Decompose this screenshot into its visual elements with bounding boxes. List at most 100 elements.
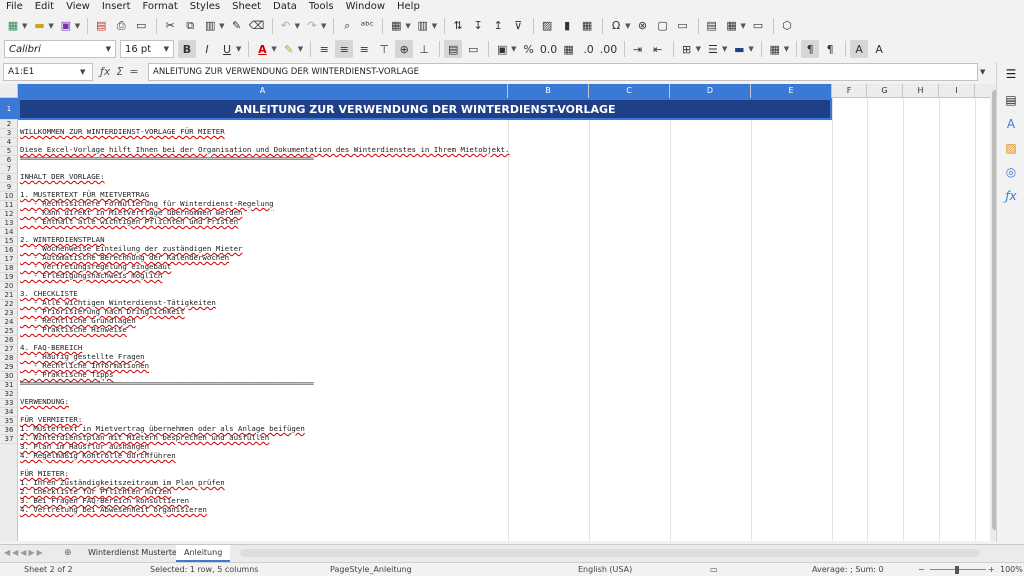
- zoom-slider-handle[interactable]: [955, 566, 959, 574]
- chevron-down-icon[interactable]: ▼: [625, 22, 630, 30]
- row-header[interactable]: 31: [0, 381, 18, 390]
- autofilter-icon[interactable]: ⊽: [509, 17, 527, 35]
- currency-format-icon[interactable]: ▣: [493, 40, 511, 58]
- column-icon[interactable]: ▥: [414, 17, 432, 35]
- freeze-rows-columns-icon[interactable]: ▦: [723, 17, 741, 35]
- row-header[interactable]: 19: [0, 273, 18, 282]
- column-header-e[interactable]: E: [751, 84, 832, 98]
- row-header[interactable]: 2: [0, 120, 18, 129]
- properties-icon[interactable]: ▤: [1003, 92, 1019, 108]
- chevron-down-icon[interactable]: ▼: [511, 45, 516, 53]
- chevron-down-icon[interactable]: ▼: [219, 22, 224, 30]
- print-preview-icon[interactable]: ▭: [132, 17, 150, 35]
- chevron-down-icon[interactable]: ▼: [271, 45, 276, 53]
- row-header[interactable]: 32: [0, 390, 18, 399]
- comment-icon[interactable]: ▢: [654, 17, 672, 35]
- column-header-b[interactable]: B: [508, 84, 589, 98]
- row-header[interactable]: 30: [0, 372, 18, 381]
- wrap-text-icon[interactable]: ▤: [444, 40, 463, 58]
- sort-icon[interactable]: ⇅: [449, 17, 467, 35]
- print-icon[interactable]: ⎙: [112, 17, 130, 35]
- spelling-icon[interactable]: ᵃᵇᶜ: [358, 17, 376, 35]
- equals-icon[interactable]: =: [129, 65, 138, 78]
- sum-status[interactable]: Average: ; Sum: 0: [812, 565, 884, 574]
- chevron-down-icon[interactable]: ▼: [741, 22, 746, 30]
- special-character-icon[interactable]: Ω: [607, 17, 625, 35]
- selection-mode-icon[interactable]: ▭: [710, 565, 718, 574]
- formula-input[interactable]: ANLEITUNG ZUR VERWENDUNG DER WINTERDIENS…: [148, 63, 978, 81]
- row-header[interactable]: 33: [0, 399, 18, 408]
- percent-format-icon[interactable]: %: [520, 40, 538, 58]
- chevron-down-icon[interactable]: ▼: [22, 22, 27, 30]
- navigator-icon[interactable]: ◎: [1003, 164, 1019, 180]
- row-header[interactable]: 18: [0, 264, 18, 273]
- row-header[interactable]: 15: [0, 237, 18, 246]
- text-horizontal-icon[interactable]: A: [850, 40, 869, 58]
- row-header[interactable]: 23: [0, 309, 18, 318]
- merge-center-icon[interactable]: ▭: [464, 40, 482, 58]
- styles-icon[interactable]: A: [1003, 116, 1019, 132]
- column-header-f[interactable]: F: [832, 84, 867, 98]
- row-header[interactable]: 20: [0, 282, 18, 291]
- save-icon[interactable]: ▣: [57, 17, 75, 35]
- chevron-down-icon[interactable]: ▼: [405, 22, 410, 30]
- expand-formula-icon[interactable]: ▼: [980, 68, 985, 76]
- column-header-a[interactable]: A: [18, 84, 508, 98]
- function-wizard-icon[interactable]: ƒx: [100, 65, 110, 78]
- row-header[interactable]: 21: [0, 291, 18, 300]
- row-header[interactable]: 26: [0, 336, 18, 345]
- headers-footers-icon[interactable]: ▭: [674, 17, 692, 35]
- border-color-icon[interactable]: ▬: [730, 40, 748, 58]
- menu-edit[interactable]: Edit: [29, 0, 60, 14]
- tab-navigation-icon[interactable]: ◀◀◀▶▶: [4, 548, 45, 557]
- underline-icon[interactable]: U: [218, 40, 236, 58]
- column-header-c[interactable]: C: [589, 84, 670, 98]
- row-header[interactable]: 6: [0, 156, 18, 165]
- highlight-color-icon[interactable]: ✎: [280, 40, 298, 58]
- column-header-g[interactable]: G: [867, 84, 903, 98]
- decrease-indent-icon[interactable]: ⇤: [649, 40, 667, 58]
- menu-view[interactable]: View: [60, 0, 96, 14]
- date-format-icon[interactable]: ▦: [560, 40, 578, 58]
- chevron-down-icon[interactable]: ▼: [106, 45, 111, 53]
- text-ltr-icon[interactable]: ¶: [801, 40, 820, 58]
- row-header[interactable]: 22: [0, 300, 18, 309]
- menu-tools[interactable]: Tools: [303, 0, 340, 14]
- delete-decimal-icon[interactable]: .00: [600, 40, 618, 58]
- paste-icon[interactable]: ▥: [201, 17, 219, 35]
- horizontal-scrollbar[interactable]: [240, 549, 980, 557]
- column-header-i[interactable]: I: [939, 84, 975, 98]
- font-name-box[interactable]: Calibri ▼: [4, 40, 116, 58]
- chevron-down-icon[interactable]: ▼: [432, 22, 437, 30]
- sidebar-menu-icon[interactable]: ☰: [1003, 66, 1019, 82]
- row-header[interactable]: 4: [0, 138, 18, 147]
- insert-image-icon[interactable]: ▨: [538, 17, 556, 35]
- align-left-icon[interactable]: ≡: [315, 40, 333, 58]
- row-icon[interactable]: ▦: [387, 17, 405, 35]
- select-all-corner[interactable]: [0, 84, 18, 98]
- row-header[interactable]: 11: [0, 201, 18, 210]
- split-window-icon[interactable]: ▭: [749, 17, 767, 35]
- gallery-icon[interactable]: ▨: [1003, 140, 1019, 156]
- cut-icon[interactable]: ✂: [161, 17, 179, 35]
- row-header[interactable]: 9: [0, 183, 18, 192]
- menu-styles[interactable]: Styles: [184, 0, 226, 14]
- chevron-down-icon[interactable]: ▼: [295, 22, 300, 30]
- column-header-d[interactable]: D: [670, 84, 751, 98]
- spreadsheet-grid[interactable]: A B C D E F G H I 1 2 3 4 5 6 7 8 9 10 1…: [0, 84, 990, 541]
- chevron-down-icon[interactable]: ▼: [748, 45, 753, 53]
- chevron-down-icon[interactable]: ▼: [80, 68, 85, 76]
- menu-format[interactable]: Format: [137, 0, 184, 14]
- clone-formatting-icon[interactable]: ✎: [228, 17, 246, 35]
- row-header[interactable]: 7: [0, 165, 18, 174]
- row-header[interactable]: 13: [0, 219, 18, 228]
- open-folder-icon[interactable]: ▬: [30, 17, 48, 35]
- show-draw-functions-icon[interactable]: ⬡: [778, 17, 796, 35]
- page-style[interactable]: PageStyle_Anleitung: [330, 565, 412, 574]
- menu-help[interactable]: Help: [391, 0, 426, 14]
- borders-icon[interactable]: ⊞: [678, 40, 696, 58]
- column-header-h[interactable]: H: [903, 84, 939, 98]
- row-header[interactable]: 36: [0, 426, 18, 435]
- sort-descending-icon[interactable]: ↥: [489, 17, 507, 35]
- row-header[interactable]: 35: [0, 417, 18, 426]
